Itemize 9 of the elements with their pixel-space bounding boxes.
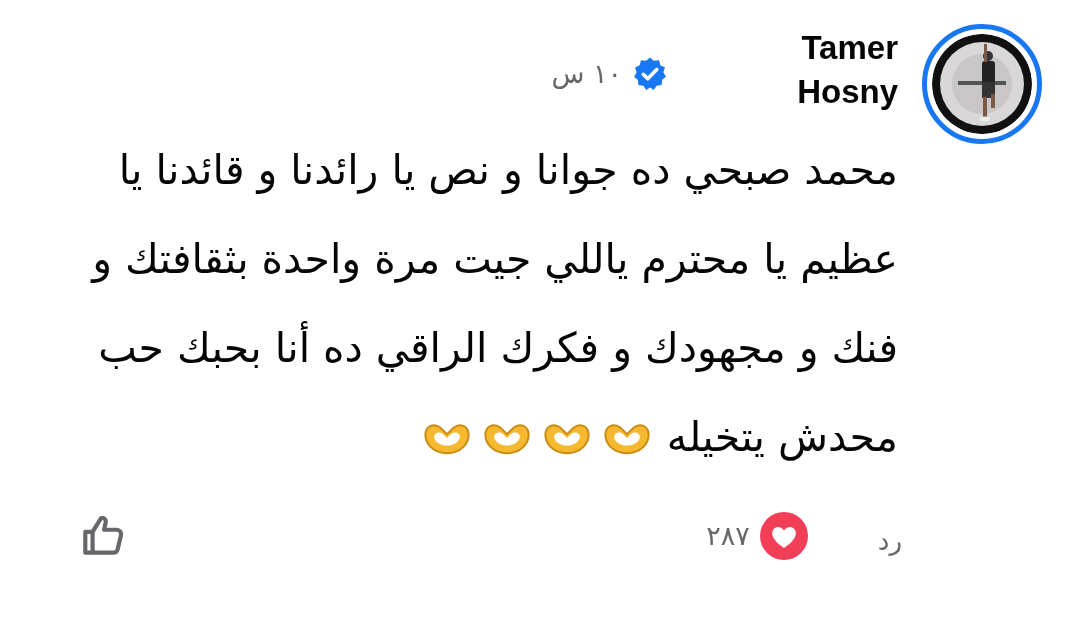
heart-reaction-icon[interactable] bbox=[759, 512, 808, 560]
comment-time: ١٠ س bbox=[551, 57, 622, 91]
comment-text-line: فنك و مجهودك و فكرك الراقي ده أنا بحبك حب bbox=[98, 304, 898, 393]
reply-link[interactable]: رد bbox=[877, 521, 902, 561]
comment-text-line: محدش يتخيله bbox=[666, 412, 898, 463]
author-name[interactable]: Tamer Hosny bbox=[788, 26, 898, 114]
comment-text-line: عظيم يا محترم ياللي جيت مرة واحدة بثقافتك و bbox=[92, 234, 898, 285]
comment-text-line: محمد صبحي ده جوانا و نص يا رائدنا و قائدنا يا bbox=[118, 145, 898, 196]
reaction-count[interactable]: ٢٨٧ bbox=[706, 515, 750, 557]
